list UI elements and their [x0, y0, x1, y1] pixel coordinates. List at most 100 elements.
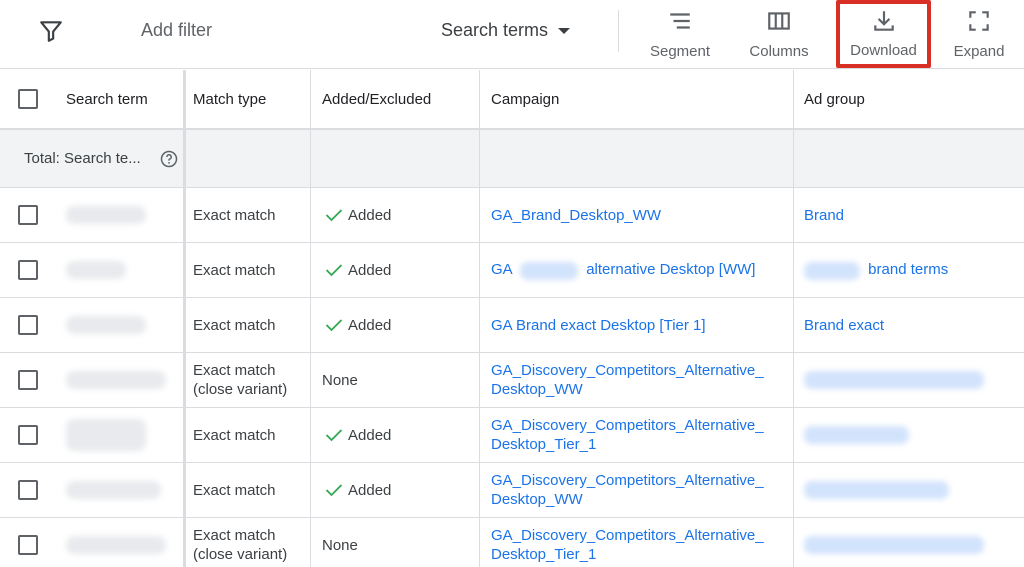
campaign-line1: GA_Discovery_Competitors_Alternative_	[491, 472, 764, 489]
ad-group-cell[interactable]	[794, 518, 1024, 567]
added-status: Added	[348, 316, 392, 334]
total-cell: Total: Search te...	[0, 130, 186, 187]
segment-icon	[670, 13, 690, 29]
search-terms-label: Search terms	[441, 20, 549, 40]
ad-group-cell: Brand	[794, 188, 1024, 242]
ad-group-link[interactable]: Brand exact	[804, 316, 884, 335]
search-term-cell	[56, 463, 186, 517]
campaign-line2: Desktop_Tier_1	[491, 546, 597, 563]
check-icon	[325, 319, 343, 332]
header-match-type[interactable]: Match type	[186, 70, 311, 128]
row-select-cell	[0, 518, 56, 567]
redacted-ad-group	[804, 536, 984, 554]
row-select-cell	[0, 243, 56, 297]
match-type-cell: Exact match	[186, 298, 311, 352]
ad-group-cell[interactable]	[794, 463, 1024, 517]
added-status: Added	[348, 206, 392, 224]
campaign-cell: GA alternative Desktop [WW]	[480, 243, 794, 297]
redacted-ad-group	[804, 371, 984, 389]
columns-button[interactable]: Columns	[745, 6, 813, 62]
row-checkbox[interactable]	[18, 480, 38, 500]
table-row: Exact match Added GA_Discovery_Competito…	[0, 408, 1024, 463]
campaign-cell: GA_Brand_Desktop_WW	[480, 188, 794, 242]
expand-icon	[969, 11, 989, 31]
row-checkbox[interactable]	[18, 370, 38, 390]
table-header: Search term Match type Added/Excluded Ca…	[0, 70, 1024, 130]
ad-group-cell[interactable]	[794, 353, 1024, 407]
added-status: Added	[348, 426, 392, 444]
redacted-search-term	[66, 481, 161, 499]
campaign-link[interactable]: GA alternative Desktop [WW]	[491, 260, 755, 280]
download-button[interactable]: Download	[836, 0, 931, 68]
row-select-cell	[0, 298, 56, 352]
check-icon	[325, 209, 343, 222]
match-type-cell: Exact match	[186, 463, 311, 517]
ad-group-cell: Brand exact	[794, 298, 1024, 352]
total-added-cell	[311, 130, 480, 187]
ad-group-suffix: brand terms	[868, 261, 949, 279]
check-icon	[325, 484, 343, 497]
campaign-link[interactable]: GA_Brand_Desktop_WW	[491, 206, 661, 225]
expand-button[interactable]: Expand	[950, 6, 1008, 62]
redacted-brand	[804, 261, 860, 280]
add-filter-button[interactable]: Add filter	[141, 20, 212, 41]
redacted-ad-group	[804, 426, 909, 444]
select-all-checkbox[interactable]	[18, 89, 38, 109]
header-campaign[interactable]: Campaign	[480, 70, 794, 128]
row-checkbox[interactable]	[18, 205, 38, 225]
toolbar-divider	[618, 10, 619, 52]
header-search-term[interactable]: Search term	[56, 70, 186, 128]
added-status: Added	[348, 261, 392, 279]
match-type-cell: Exact match	[186, 188, 311, 242]
added-cell: None	[311, 353, 480, 407]
row-checkbox[interactable]	[18, 315, 38, 335]
check-icon	[325, 429, 343, 442]
campaign-link[interactable]: GA Brand exact Desktop [Tier 1]	[491, 316, 706, 335]
match-type-cell: Exact match (close variant)	[186, 353, 311, 407]
segment-label: Segment	[649, 43, 711, 60]
added-cell: Added	[311, 243, 480, 297]
search-terms-table: Search term Match type Added/Excluded Ca…	[0, 70, 1024, 567]
row-select-cell	[0, 353, 56, 407]
added-cell: Added	[311, 408, 480, 462]
row-checkbox[interactable]	[18, 535, 38, 555]
row-select-cell	[0, 463, 56, 517]
added-status: None	[322, 371, 358, 389]
added-cell: Added	[311, 463, 480, 517]
expand-label: Expand	[953, 43, 1005, 60]
table-row: Exact match Added GA alternative Desktop…	[0, 243, 1024, 298]
ad-group-link[interactable]: brand terms	[804, 260, 949, 280]
row-checkbox[interactable]	[18, 425, 38, 445]
segment-button[interactable]: Segment	[646, 6, 714, 62]
match-type-cell: Exact match	[186, 243, 311, 297]
help-icon[interactable]	[160, 150, 178, 168]
search-terms-dropdown[interactable]: Search terms	[441, 20, 571, 41]
check-icon	[325, 264, 343, 277]
columns-label: Columns	[749, 43, 809, 60]
filter-icon[interactable]	[38, 18, 64, 44]
campaign-link[interactable]: GA_Discovery_Competitors_Alternative_ De…	[491, 471, 764, 509]
campaign-line2: Desktop_WW	[491, 491, 583, 508]
campaign-link[interactable]: GA_Discovery_Competitors_Alternative_ De…	[491, 416, 764, 454]
header-added-excluded[interactable]: Added/Excluded	[311, 70, 480, 128]
campaign-link[interactable]: GA_Discovery_Competitors_Alternative_ De…	[491, 361, 764, 399]
campaign-cell: GA_Discovery_Competitors_Alternative_ De…	[480, 353, 794, 407]
total-match-cell	[186, 130, 311, 187]
match-type-line1: Exact match	[193, 362, 276, 379]
campaign-cell: GA_Discovery_Competitors_Alternative_ De…	[480, 518, 794, 567]
match-type-line2: (close variant)	[193, 546, 288, 563]
campaign-link[interactable]: GA_Discovery_Competitors_Alternative_ De…	[491, 526, 764, 564]
header-ad-group[interactable]: Ad group	[794, 70, 1024, 128]
campaign-cell: GA_Discovery_Competitors_Alternative_ De…	[480, 463, 794, 517]
added-cell: Added	[311, 188, 480, 242]
row-checkbox[interactable]	[18, 260, 38, 280]
campaign-line1: GA_Discovery_Competitors_Alternative_	[491, 362, 764, 379]
table-row: Exact match Added GA Brand exact Desktop…	[0, 298, 1024, 353]
total-adgroup-cell	[794, 130, 1024, 187]
ad-group-cell[interactable]	[794, 408, 1024, 462]
ad-group-link[interactable]: Brand	[804, 206, 844, 225]
campaign-line1: GA_Discovery_Competitors_Alternative_	[491, 527, 764, 544]
added-cell: None	[311, 518, 480, 567]
redacted-search-term	[66, 371, 166, 389]
added-status: Added	[348, 481, 392, 499]
